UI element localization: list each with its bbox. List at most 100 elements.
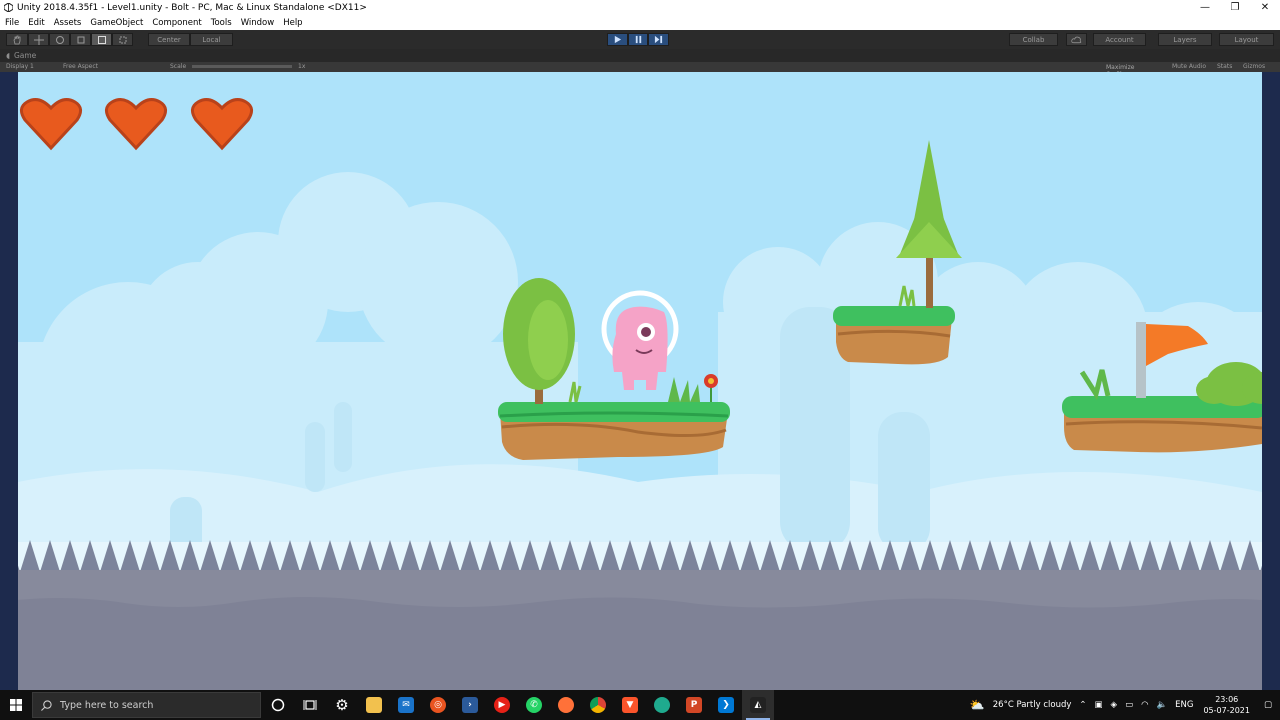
language-indicator[interactable]: ENG — [1175, 700, 1193, 710]
scale-tool-button[interactable] — [70, 33, 91, 46]
pivot-label: Center — [157, 35, 181, 44]
brave-icon: ▼ — [622, 697, 638, 713]
notification-icon[interactable]: ▢ — [1264, 700, 1272, 710]
pause-icon — [635, 35, 641, 44]
rect-icon — [97, 35, 106, 44]
gear-icon: ⚙ — [335, 696, 349, 714]
mail-icon: ✉ — [398, 697, 414, 713]
taskbar-edge[interactable] — [646, 690, 678, 720]
cloud-icon — [1071, 36, 1082, 43]
task-view-icon — [303, 700, 317, 710]
pause-button[interactable] — [628, 33, 648, 46]
hand-tool-button[interactable] — [6, 33, 28, 46]
menu-tools[interactable]: Tools — [211, 18, 232, 28]
taskbar-clock[interactable]: 23:06 05-07-2021 — [1203, 694, 1250, 716]
gizmos-toggle[interactable]: Gizmos — [1243, 63, 1265, 70]
taskbar-chrome[interactable] — [582, 690, 614, 720]
chrome-icon — [590, 697, 606, 713]
stats-toggle[interactable]: Stats — [1217, 63, 1232, 70]
menu-edit[interactable]: Edit — [28, 18, 44, 28]
taskbar-ubuntu[interactable]: ◎ — [422, 690, 454, 720]
search-placeholder: Type here to search — [60, 699, 154, 711]
youtube-icon: ▶ — [494, 697, 510, 713]
play-button[interactable] — [607, 33, 628, 46]
taskbar-whatsapp[interactable]: ✆ — [518, 690, 550, 720]
minimize-button[interactable]: — — [1190, 0, 1220, 15]
lives-display — [20, 98, 253, 151]
step-icon — [654, 35, 663, 44]
platform-upper — [833, 306, 955, 365]
pivot-toggle[interactable]: Center — [148, 33, 190, 46]
maximize-button[interactable]: ❐ — [1220, 0, 1250, 15]
menu-help[interactable]: Help — [283, 18, 302, 28]
platform-center — [498, 402, 730, 460]
weather-icon: ⛅ — [969, 698, 985, 712]
game-viewport[interactable] — [0, 72, 1280, 690]
menu-gameobject[interactable]: GameObject — [90, 18, 143, 28]
game-view-icon: ◖ — [6, 51, 10, 60]
scale-slider[interactable] — [192, 65, 292, 68]
meet-now-icon[interactable]: ▣ — [1095, 700, 1103, 710]
taskbar-firefox[interactable] — [550, 690, 582, 720]
taskbar-search-box[interactable]: Type here to search — [32, 692, 261, 718]
menu-bar: File Edit Assets GameObject Component To… — [0, 15, 1280, 30]
cortana-button[interactable] — [262, 690, 294, 720]
battery-icon[interactable]: ▭ — [1125, 700, 1133, 710]
layout-dropdown[interactable]: Layout — [1219, 33, 1274, 46]
vscode-icon: ❯ — [718, 697, 734, 713]
folder-icon — [366, 697, 382, 713]
edge-icon — [654, 697, 670, 713]
cloud-button[interactable] — [1066, 33, 1087, 46]
collab-dropdown[interactable]: Collab — [1009, 33, 1058, 46]
rotate-icon — [55, 35, 64, 44]
unity-logo-icon — [3, 3, 13, 13]
menu-file[interactable]: File — [5, 18, 19, 28]
move-tool-button[interactable] — [28, 33, 49, 46]
layers-label: Layers — [1173, 35, 1197, 44]
menu-window[interactable]: Window — [241, 18, 275, 28]
cortana-icon — [271, 698, 285, 712]
powershell-icon: › — [462, 697, 478, 713]
space-toggle[interactable]: Local — [190, 33, 233, 46]
volume-icon[interactable]: 🔈 — [1157, 700, 1168, 710]
close-button[interactable]: ✕ — [1250, 0, 1280, 15]
system-tray: ⛅ 26°C Partly cloudy ⌃ ▣ ◈ ▭ ◠ 🔈 ENG 23:… — [966, 690, 1280, 720]
taskbar-powershell[interactable]: › — [454, 690, 486, 720]
taskbar-vscode[interactable]: ❯ — [710, 690, 742, 720]
step-button[interactable] — [648, 33, 669, 46]
mute-audio-toggle[interactable]: Mute Audio — [1172, 63, 1206, 70]
scale-value: 1x — [298, 63, 306, 70]
taskbar-settings[interactable]: ⚙ — [326, 690, 358, 720]
whatsapp-icon: ✆ — [526, 697, 542, 713]
search-icon — [41, 699, 52, 711]
collab-label: Collab — [1022, 35, 1045, 44]
weather-widget[interactable]: 26°C Partly cloudy — [993, 700, 1072, 710]
layers-dropdown[interactable]: Layers — [1158, 33, 1212, 46]
task-view-button[interactable] — [294, 690, 326, 720]
display-dropdown[interactable]: Display 1 — [6, 63, 34, 70]
transform-tool-button[interactable] — [112, 33, 133, 46]
unity-toolbar: Center Local Collab Account Layers Layou… — [0, 30, 1280, 49]
chevron-up-icon[interactable]: ⌃ — [1079, 700, 1086, 710]
clock-time: 23:06 — [1215, 695, 1239, 704]
taskbar-powerpoint[interactable]: P — [678, 690, 710, 720]
account-dropdown[interactable]: Account — [1093, 33, 1146, 46]
taskbar-brave[interactable]: ▼ — [614, 690, 646, 720]
menu-component[interactable]: Component — [152, 18, 201, 28]
taskbar-youtube[interactable]: ▶ — [486, 690, 518, 720]
scale-label: Scale — [170, 63, 187, 70]
start-button[interactable] — [0, 690, 32, 720]
dropbox-icon[interactable]: ◈ — [1111, 700, 1118, 710]
taskbar-file-explorer[interactable] — [358, 690, 390, 720]
game-tab-label: Game — [13, 51, 37, 60]
menu-assets[interactable]: Assets — [54, 18, 82, 28]
game-tab[interactable]: ◖ Game — [0, 49, 1280, 62]
rect-tool-button[interactable] — [91, 33, 112, 46]
powerpoint-icon: P — [686, 697, 702, 713]
aspect-dropdown[interactable]: Free Aspect — [63, 63, 98, 70]
taskbar-unity[interactable]: ◭ — [742, 690, 774, 720]
rotate-tool-button[interactable] — [49, 33, 70, 46]
game-scene — [18, 72, 1262, 690]
wifi-icon[interactable]: ◠ — [1141, 700, 1148, 710]
taskbar-mail[interactable]: ✉ — [390, 690, 422, 720]
